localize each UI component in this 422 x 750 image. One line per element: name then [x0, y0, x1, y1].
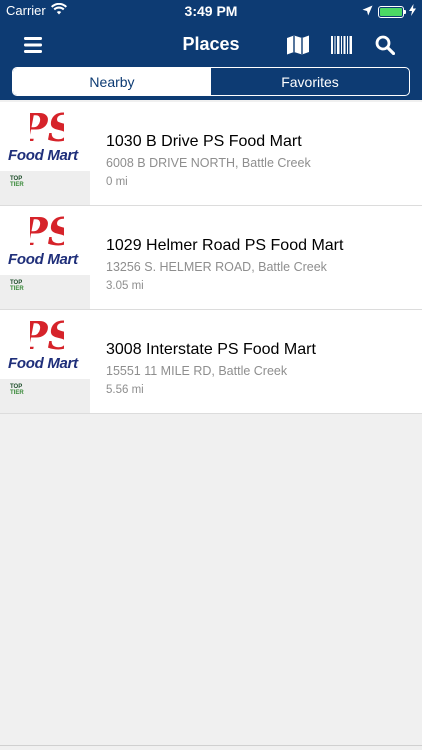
food-mart-logo-text: Food Mart	[8, 251, 78, 268]
top-tier-badge-tier: TIER	[10, 182, 24, 188]
charging-bolt-icon	[409, 4, 416, 19]
battery-icon	[378, 5, 406, 18]
top-tier-badge: TOP TIER	[10, 384, 24, 396]
ps-logo-text: PS	[30, 105, 64, 149]
bottom-divider	[0, 745, 422, 746]
top-tier-badge: TOP TIER	[10, 176, 24, 188]
place-name: 1029 Helmer Road PS Food Mart	[106, 237, 344, 254]
search-icon[interactable]	[372, 32, 398, 58]
place-row-helmer-road[interactable]: PS Food Mart TOP TIER 1029 Helmer Road P…	[0, 206, 422, 310]
page-title: Places	[182, 34, 240, 54]
status-right	[362, 4, 416, 19]
barcode-icon[interactable]	[329, 32, 355, 58]
place-row-b-drive[interactable]: PS Food Mart TOP TIER 1030 B Drive PS Fo…	[0, 102, 422, 206]
top-tier-badge-tier: TIER	[10, 286, 24, 292]
segmented-control: Nearby Favorites	[12, 67, 410, 96]
place-distance: 0 mi	[106, 176, 128, 188]
food-mart-logo-text: Food Mart	[8, 147, 78, 164]
tab-nearby[interactable]: Nearby	[13, 68, 211, 95]
ps-logo-icon: PS	[30, 209, 64, 253]
map-icon[interactable]	[285, 32, 311, 58]
place-address: 13256 S. HELMER ROAD, Battle Creek	[106, 260, 327, 274]
tab-favorites[interactable]: Favorites	[211, 68, 409, 95]
place-address: 6008 B DRIVE NORTH, Battle Creek	[106, 156, 311, 170]
ps-logo-icon: PS	[30, 313, 64, 357]
place-distance: 3.05 mi	[106, 280, 144, 292]
place-logo: PS Food Mart TOP TIER	[0, 311, 90, 413]
ps-logo-text: PS	[30, 313, 64, 357]
places-list: PS Food Mart TOP TIER 1030 B Drive PS Fo…	[0, 102, 422, 414]
status-time: 3:49 PM	[184, 3, 238, 19]
place-logo: PS Food Mart TOP TIER	[0, 207, 90, 309]
food-mart-logo-text: Food Mart	[8, 355, 78, 372]
ps-logo-text: PS	[30, 209, 64, 253]
location-arrow-icon	[362, 4, 373, 19]
top-tier-badge: TOP TIER	[10, 280, 24, 292]
top-tier-badge-tier: TIER	[10, 390, 24, 396]
place-name: 1030 B Drive PS Food Mart	[106, 133, 302, 150]
ps-logo-icon: PS	[30, 105, 64, 149]
place-logo: PS Food Mart TOP TIER	[0, 103, 90, 205]
place-name: 3008 Interstate PS Food Mart	[106, 341, 316, 358]
navbar: Places Nearby Favorites	[0, 22, 422, 100]
place-address: 15551 11 MILE RD, Battle Creek	[106, 364, 288, 378]
place-distance: 5.56 mi	[106, 384, 144, 396]
place-row-interstate[interactable]: PS Food Mart TOP TIER 3008 Interstate PS…	[0, 310, 422, 414]
status-bar: Carrier 3:49 PM	[0, 0, 422, 22]
